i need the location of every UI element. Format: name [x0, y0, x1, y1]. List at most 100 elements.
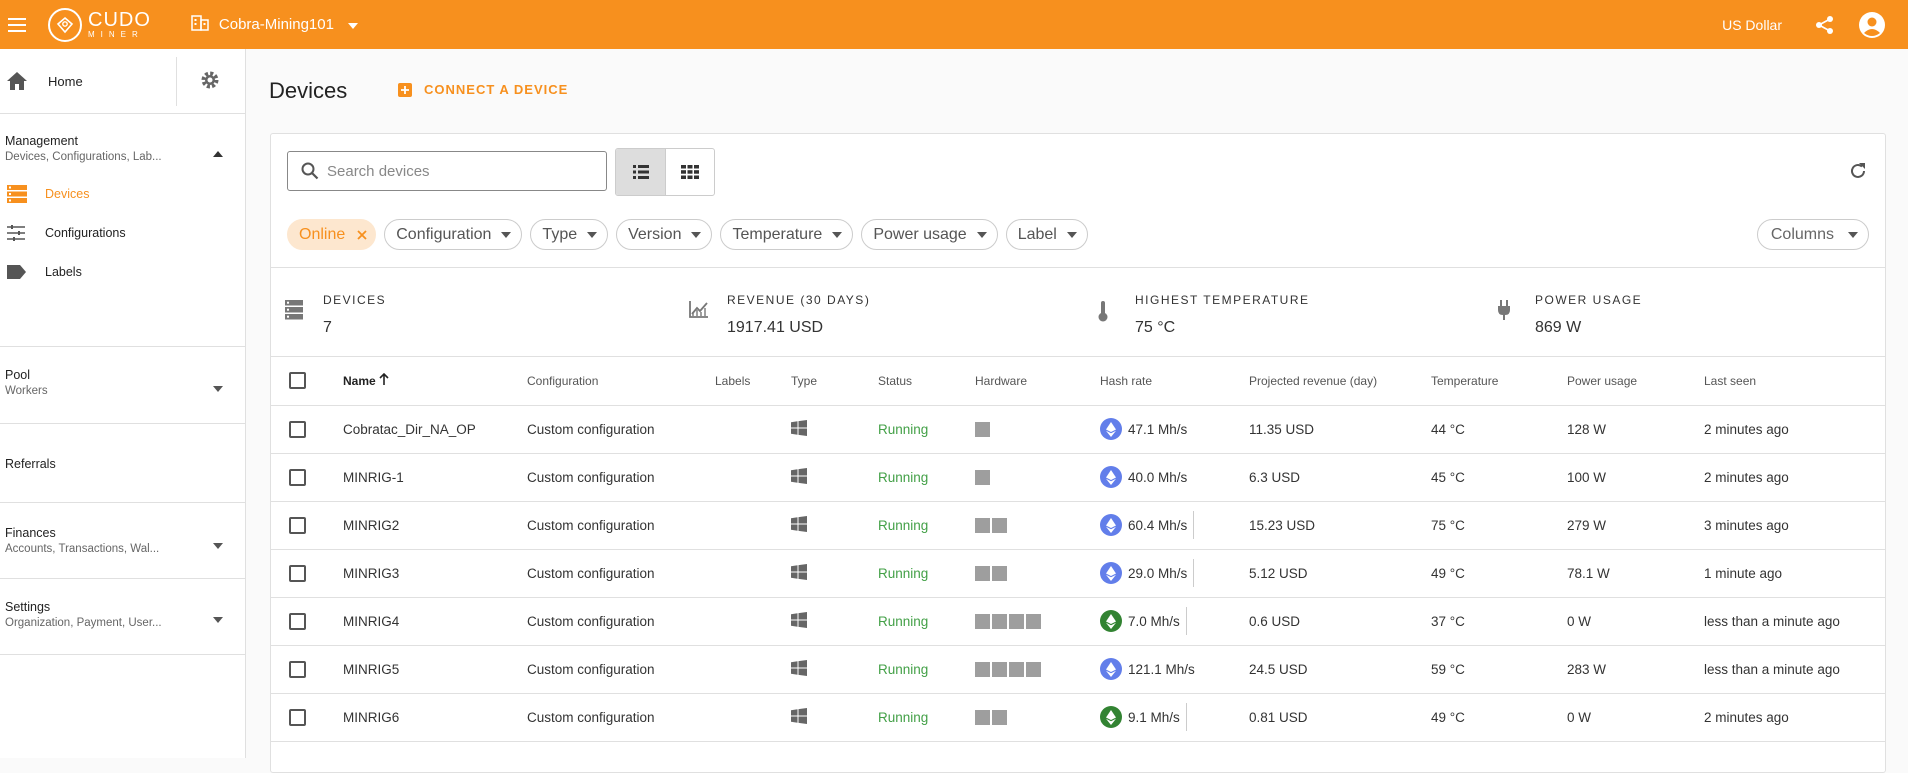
select-all-checkbox[interactable] — [289, 372, 306, 390]
ethereum-icon — [1100, 466, 1122, 488]
sidebar-item-devices[interactable]: Devices — [0, 185, 89, 203]
filter-chip-label[interactable]: Label — [1005, 219, 1088, 250]
gpu-chip — [1026, 661, 1041, 677]
filter-chip-type[interactable]: Type — [530, 219, 609, 250]
filter-chip-online[interactable]: Online — [287, 219, 377, 250]
row-checkbox[interactable] — [289, 516, 306, 534]
column-header-name[interactable]: Name — [343, 357, 527, 406]
columns-button[interactable]: Columns — [1756, 219, 1869, 250]
device-name[interactable]: MINRIG6 — [343, 693, 527, 742]
row-checkbox[interactable] — [289, 564, 306, 582]
refresh-icon[interactable] — [1849, 162, 1867, 180]
share-icon[interactable] — [1815, 15, 1834, 35]
device-power-usage: 279 W — [1567, 501, 1704, 550]
arrow-up-icon — [379, 373, 389, 388]
chevron-up-icon[interactable] — [213, 144, 223, 162]
gpu-chip — [975, 613, 990, 629]
list-view-button[interactable] — [616, 149, 665, 195]
sidebar-item-labels[interactable]: Labels — [0, 265, 82, 279]
device-name[interactable]: Cobratac_Dir_NA_OP — [343, 405, 527, 454]
sidebar-item-configurations[interactable]: Configurations — [0, 225, 126, 241]
row-checkbox[interactable] — [289, 660, 306, 678]
filter-chip-label: Power usage — [873, 225, 967, 243]
table-row[interactable]: Cobratac_Dir_NA_OP Custom configuration Ru… — [271, 405, 1885, 454]
stat-value: 75 °C — [1135, 319, 1176, 336]
cudo-logo-icon — [48, 7, 82, 42]
stat-label: POWER USAGE — [1535, 293, 1643, 307]
row-checkbox[interactable] — [289, 468, 306, 486]
connect-device-button[interactable]: CONNECT A DEVICE — [398, 82, 568, 97]
projected-revenue: 6.3 USD — [1249, 453, 1431, 502]
sidebar-group-finances[interactable]: Finances Accounts, Transactions, Wal... — [0, 503, 245, 579]
sidebar-group-referrals[interactable]: Referrals — [0, 424, 245, 503]
logo-subtext: MINER — [88, 30, 144, 39]
organization-selector[interactable]: Cobra-Mining101 — [191, 14, 358, 35]
filter-chip-version[interactable]: Version — [616, 219, 713, 250]
chevron-down-icon[interactable] — [213, 379, 223, 397]
filter-chip-temperature[interactable]: Temperature — [720, 219, 854, 250]
gpu-chip — [1009, 661, 1024, 677]
device-power-usage: 128 W — [1567, 405, 1704, 454]
row-checkbox[interactable] — [289, 420, 306, 438]
device-power-usage: 283 W — [1567, 645, 1704, 694]
sidebar-item-home[interactable]: Home — [0, 49, 245, 114]
device-last-seen: 2 minutes ago — [1704, 693, 1885, 742]
sidebar-group-pool[interactable]: Pool Workers — [0, 347, 245, 424]
sidebar-group-header-management[interactable]: Management Devices, Configurations, Lab.… — [5, 134, 162, 163]
ethereum-icon — [1100, 514, 1122, 536]
currency-selector[interactable]: US Dollar — [1722, 17, 1782, 33]
column-header-configuration[interactable]: Configuration — [527, 357, 715, 406]
chevron-down-icon[interactable] — [213, 536, 223, 554]
filter-chip-power-usage[interactable]: Power usage — [861, 219, 998, 250]
power-plug-icon — [1497, 300, 1511, 320]
hash-rate: 60.4 Mh/s — [1128, 517, 1188, 533]
hardware-indicator — [975, 517, 1100, 533]
top-app-bar: CUDO MINER Cobra-Mining101 US Dollar — [0, 0, 1908, 49]
device-name[interactable]: MINRIG3 — [343, 549, 527, 598]
column-header-hardware[interactable]: Hardware — [975, 357, 1100, 406]
device-name[interactable]: MINRIG-1 — [343, 453, 527, 502]
device-configuration: Custom configuration — [527, 405, 715, 454]
gpu-chip — [992, 661, 1007, 677]
device-name[interactable]: MINRIG2 — [343, 501, 527, 550]
menu-icon[interactable] — [0, 0, 34, 49]
column-header-last-seen[interactable]: Last seen — [1704, 357, 1885, 406]
table-row[interactable]: MINRIG4 Custom configuration Running 7.0 Mh… — [271, 597, 1885, 646]
column-header-power-usage[interactable]: Power usage — [1567, 357, 1704, 406]
column-header-temperature[interactable]: Temperature — [1431, 357, 1567, 406]
stats-bar: DEVICES 7 REVENUE (30 DAYS) 1917.41 USD … — [271, 267, 1885, 357]
divider — [1193, 511, 1195, 539]
divider — [1193, 559, 1195, 587]
table-row[interactable]: MINRIG3 Custom configuration Running 29.0 M… — [271, 549, 1885, 598]
sidebar-item-label: Configurations — [45, 226, 126, 240]
account-icon[interactable] — [1858, 11, 1886, 39]
hash-rate: 7.0 Mh/s — [1128, 613, 1180, 629]
device-last-seen: 1 minute ago — [1704, 549, 1885, 598]
device-name[interactable]: MINRIG4 — [343, 597, 527, 646]
table-row[interactable]: MINRIG-1 Custom configuration Running 40.0 … — [271, 453, 1885, 502]
column-header-type[interactable]: Type — [791, 357, 878, 406]
column-header-projected-revenue[interactable]: Projected revenue (day) — [1249, 357, 1431, 406]
gpu-chip — [975, 661, 990, 677]
gear-icon[interactable] — [199, 69, 221, 91]
column-header-labels[interactable]: Labels — [715, 357, 791, 406]
organization-name: Cobra-Mining101 — [218, 16, 334, 33]
chevron-down-icon[interactable] — [213, 610, 223, 628]
device-name[interactable]: MINRIG5 — [343, 645, 527, 694]
table-row[interactable]: MINRIG6 Custom configuration Running 9.1 Mh… — [271, 693, 1885, 742]
close-icon[interactable] — [357, 229, 367, 240]
search-input[interactable] — [327, 162, 587, 180]
sidebar-group-settings[interactable]: Settings Organization, Payment, User... — [0, 579, 245, 655]
row-checkbox[interactable] — [289, 612, 306, 630]
row-checkbox[interactable] — [289, 708, 306, 726]
filter-chip-configuration[interactable]: Configuration — [384, 219, 523, 250]
column-header-status[interactable]: Status — [878, 357, 975, 406]
table-row[interactable]: MINRIG5 Custom configuration Running 121.1 … — [271, 645, 1885, 694]
table-row[interactable]: MINRIG2 Custom configuration Running 60.4 M… — [271, 501, 1885, 550]
device-status: Running — [878, 597, 975, 646]
grid-view-button[interactable] — [665, 149, 714, 195]
settings-title: Settings — [5, 600, 51, 614]
management-title: Management — [5, 134, 78, 148]
column-header-hash-rate[interactable]: Hash rate — [1100, 357, 1249, 406]
cudo-miner-logo[interactable]: CUDO MINER — [48, 7, 151, 42]
